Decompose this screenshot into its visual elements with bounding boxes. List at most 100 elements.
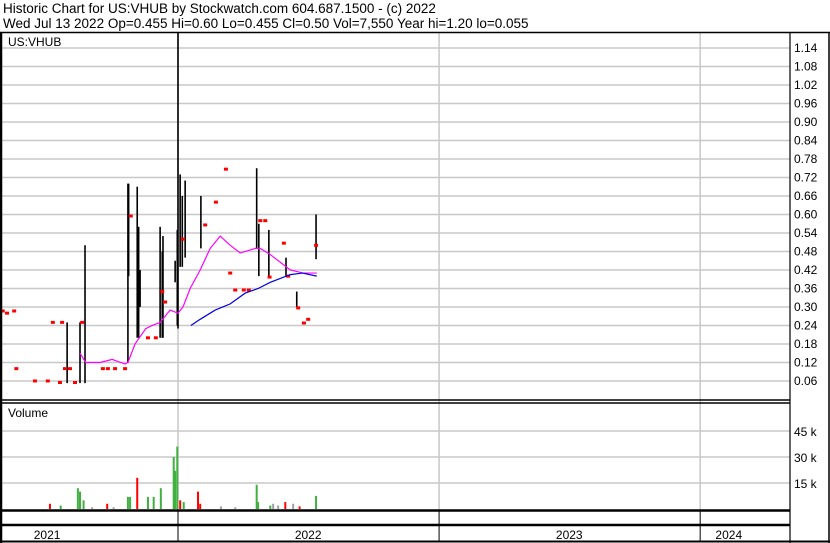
volume-bar xyxy=(159,488,162,509)
price-tick-label: 0.72 xyxy=(794,170,818,184)
close-tick xyxy=(32,379,37,383)
price-tick-label: 1.08 xyxy=(794,59,818,73)
price-tick-label: 0.06 xyxy=(794,374,818,388)
price-tick-label: 0.66 xyxy=(794,189,818,203)
volume-tick-label: 30 k xyxy=(794,451,818,465)
volume-bar xyxy=(269,505,272,509)
price-tick-label: 0.42 xyxy=(794,263,818,277)
close-tick xyxy=(123,367,128,371)
volume-bar xyxy=(284,502,287,509)
close-tick xyxy=(263,219,268,223)
price-tick-label: 0.60 xyxy=(794,207,818,221)
close-tick xyxy=(223,167,228,171)
close-tick xyxy=(100,367,105,371)
close-tick xyxy=(72,381,77,385)
volume-bar xyxy=(136,477,139,509)
close-tick xyxy=(296,306,301,310)
price-tick-label: 1.02 xyxy=(794,78,818,92)
close-tick xyxy=(105,367,110,371)
close-tick xyxy=(14,367,19,371)
close-tick xyxy=(306,317,311,321)
volume-tick-label: 45 k xyxy=(794,425,818,439)
volume-bar xyxy=(91,507,94,509)
price-tick-label: 0.36 xyxy=(794,281,818,295)
close-tick xyxy=(80,320,85,324)
price-tick-label: 0.90 xyxy=(794,115,818,129)
volume-bar xyxy=(79,491,82,509)
price-tick-label: 0.54 xyxy=(794,226,818,240)
volume-bar xyxy=(182,502,185,509)
year-label: 2024 xyxy=(715,528,742,542)
symbol-label: US:VHUB xyxy=(8,35,61,49)
price-tick-label: 0.78 xyxy=(794,152,818,166)
close-tick xyxy=(160,290,165,294)
volume-bar xyxy=(272,503,275,509)
close-tick xyxy=(281,241,286,245)
volume-bar xyxy=(199,503,202,509)
year-label: 2023 xyxy=(556,528,583,542)
close-tick xyxy=(213,200,218,204)
volume-bar xyxy=(82,500,85,509)
volume-bar xyxy=(146,496,149,509)
moving-average-short xyxy=(79,235,317,365)
close-tick xyxy=(45,379,50,383)
price-tick-label: 0.96 xyxy=(794,96,818,110)
close-tick xyxy=(314,243,319,247)
volume-bar xyxy=(197,491,200,509)
close-tick xyxy=(57,381,62,385)
volume-bar xyxy=(126,496,129,509)
close-tick xyxy=(113,367,118,371)
volume-tick-label: 15 k xyxy=(794,477,818,491)
close-tick xyxy=(128,214,133,218)
price-tick-label: 0.18 xyxy=(794,337,818,351)
volume-bar xyxy=(234,507,237,509)
close-tick xyxy=(258,219,263,223)
price-tick-label: 0.12 xyxy=(794,355,818,369)
close-tick xyxy=(153,336,158,340)
close-tick xyxy=(50,320,55,324)
volume-bar xyxy=(174,470,177,509)
moving-average-long xyxy=(190,272,317,326)
price-tick-label: 0.24 xyxy=(794,318,818,332)
gridlines xyxy=(0,33,790,510)
year-label: 2021 xyxy=(34,528,61,542)
price-chart: US:VHUB Volume 0.06 0.12 0.18 0.24 0.30 0.36 0… xyxy=(0,31,830,543)
close-tick xyxy=(267,275,272,279)
close-tick xyxy=(241,288,246,292)
close-tick xyxy=(228,271,233,275)
volume-bar xyxy=(152,496,155,509)
close-tick xyxy=(163,300,168,304)
close-tick xyxy=(60,320,65,324)
price-tick-label: 0.84 xyxy=(794,133,818,147)
close-tick xyxy=(12,309,17,313)
chart-frame xyxy=(0,31,830,543)
price-tick-label: 0.30 xyxy=(794,300,818,314)
volume-bar xyxy=(112,507,115,509)
volume-bar xyxy=(298,506,301,509)
volume-bar xyxy=(315,495,318,509)
close-tick xyxy=(62,367,67,371)
close-tick xyxy=(181,237,186,241)
volume-bar xyxy=(176,446,179,509)
close-tick xyxy=(5,311,10,315)
volume-bar xyxy=(219,506,222,509)
volume-bar xyxy=(76,488,79,509)
price-tick-label: 1.14 xyxy=(794,41,818,55)
close-tick xyxy=(145,336,150,340)
price-tick-label: 0.48 xyxy=(794,244,818,258)
close-tick xyxy=(233,288,238,292)
volume-bar xyxy=(106,503,109,509)
volume-bar xyxy=(129,496,132,509)
volume-bar xyxy=(292,503,295,509)
volume-bar xyxy=(277,505,280,509)
year-label: 2022 xyxy=(295,528,322,542)
close-tick xyxy=(301,321,306,325)
close-tick xyxy=(203,223,208,227)
volume-bar xyxy=(257,502,260,509)
volume-label: Volume xyxy=(8,406,48,420)
volume-bar xyxy=(179,500,182,509)
volume-bars xyxy=(48,446,318,509)
volume-bar xyxy=(48,503,51,509)
close-tick xyxy=(67,367,72,371)
volume-bar xyxy=(59,505,62,509)
